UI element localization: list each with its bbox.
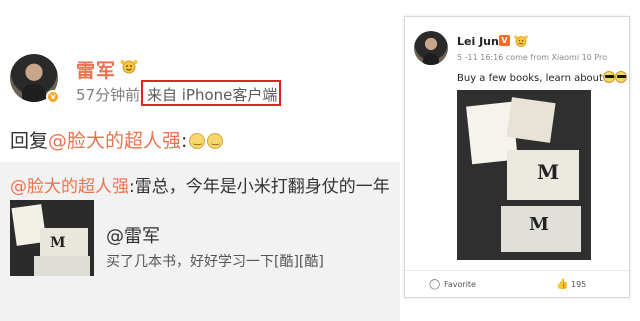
sunglasses-emoji-icon bbox=[602, 71, 615, 83]
post-source[interactable]: 来自 iPhone客户端 bbox=[147, 84, 277, 105]
post-time: 57分钟前 bbox=[76, 86, 141, 104]
reply-mention-link[interactable]: @脸大的超人强 bbox=[48, 130, 181, 152]
like-count: 195 bbox=[571, 280, 587, 289]
thumbs-up-icon[interactable]: 👍 bbox=[556, 279, 568, 290]
favorite-icon[interactable]: ◯ bbox=[429, 279, 440, 290]
quoted-author-link[interactable]: @雷军 bbox=[106, 222, 160, 248]
divider bbox=[405, 270, 629, 271]
author-name[interactable]: 雷军 bbox=[76, 56, 116, 83]
smile-emoji-icon bbox=[207, 133, 224, 149]
left-weibo-post: v 雷军 57分钟前 来自 iPhone客户端 回复@脸大的超人强: @脸大的超… bbox=[0, 0, 400, 321]
quote-comment-text: :雷总，今年是小米打翻身仗的一年 bbox=[129, 177, 390, 197]
reply-prefix: 回复 bbox=[10, 130, 49, 152]
author-name[interactable]: Lei Jun bbox=[457, 35, 499, 48]
verified-badge-icon: V bbox=[499, 35, 510, 46]
cheering-emoji-icon bbox=[514, 35, 528, 47]
verified-badge-icon: v bbox=[46, 90, 60, 104]
post-text-body: Buy a few books, learn about bbox=[457, 73, 603, 84]
quoted-comment: @脸大的超人强:雷总，今年是小米打翻身仗的一年 bbox=[10, 172, 390, 197]
quoted-description: 买了几本书，好好学习一下[酷][酷] bbox=[106, 254, 324, 270]
avatar[interactable] bbox=[414, 31, 448, 65]
post-meta: 5 -11 16:16 come from Xiaomi 10 Pro bbox=[457, 53, 608, 62]
favorite-button[interactable]: Favorite bbox=[444, 280, 476, 289]
post-text: Buy a few books, learn about bbox=[457, 71, 627, 84]
smile-emoji-icon bbox=[189, 133, 206, 149]
books-thumbnail-image[interactable]: M bbox=[10, 200, 94, 276]
reply-text: 回复@脸大的超人强: bbox=[10, 126, 224, 153]
reply-colon: : bbox=[181, 130, 188, 152]
quote-mention-link[interactable]: @脸大的超人强 bbox=[10, 177, 129, 197]
sunglasses-emoji-icon bbox=[614, 71, 627, 83]
cheering-emoji-icon bbox=[120, 60, 138, 74]
books-photo-image[interactable]: MM bbox=[457, 90, 591, 260]
